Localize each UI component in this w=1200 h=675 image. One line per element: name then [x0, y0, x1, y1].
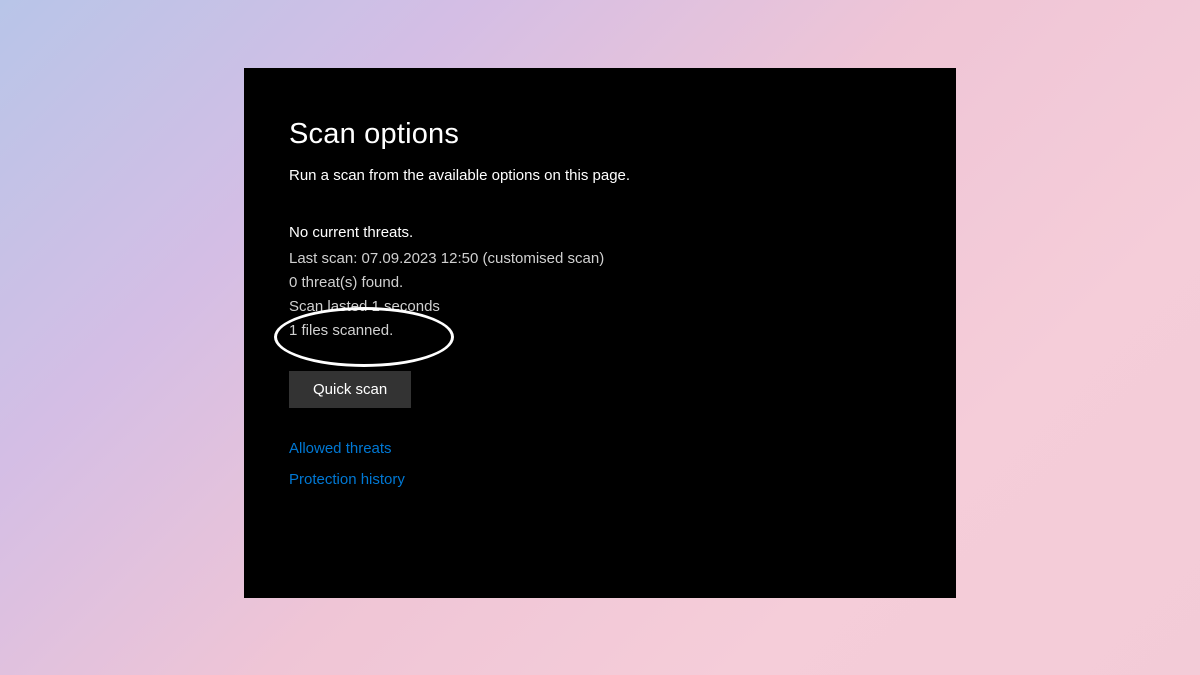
scan-status-block: No current threats. Last scan: 07.09.202…: [289, 224, 911, 343]
page-title: Scan options: [289, 118, 911, 151]
scan-options-panel: Scan options Run a scan from the availab…: [244, 68, 956, 598]
last-scan-info: Last scan: 07.09.2023 12:50 (customised …: [289, 247, 911, 271]
page-subtitle: Run a scan from the available options on…: [289, 167, 911, 184]
files-scanned-count: 1 files scanned.: [289, 319, 911, 343]
scan-duration: Scan lasted 1 seconds: [289, 295, 911, 319]
protection-history-link[interactable]: Protection history: [289, 471, 911, 488]
allowed-threats-link[interactable]: Allowed threats: [289, 440, 911, 457]
quick-scan-button[interactable]: Quick scan: [289, 371, 411, 408]
threats-found-count: 0 threat(s) found.: [289, 271, 911, 295]
threat-status-heading: No current threats.: [289, 224, 911, 241]
